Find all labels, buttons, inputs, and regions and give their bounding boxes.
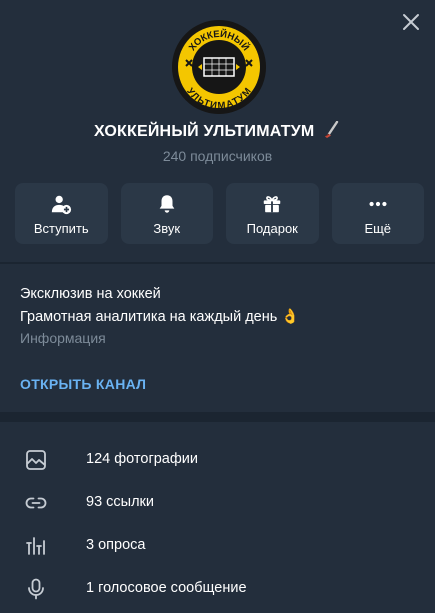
media-row-photos[interactable]: 124 фотографии xyxy=(0,438,435,481)
join-label: Вступить xyxy=(33,221,89,236)
microphone-icon xyxy=(28,578,44,600)
bell-icon xyxy=(159,195,175,213)
join-button[interactable]: Вступить xyxy=(15,183,108,244)
add-user-icon xyxy=(52,195,72,215)
channel-avatar[interactable]: ХОККЕЙНЫЙ УЛЬТИМАТУМ xyxy=(172,20,266,114)
shared-media-section: 124 фотографии 93 ссылки 3 опроса 1 голо… xyxy=(0,422,435,613)
photo-icon xyxy=(26,450,46,470)
action-bar: Вступить Звук Подарок Ещё xyxy=(15,183,424,245)
channel-info-section: Эксклюзив на хоккей Грамотная аналитика … xyxy=(0,264,435,412)
sound-button[interactable]: Звук xyxy=(120,183,213,244)
more-label: Ещё xyxy=(364,221,392,236)
media-row-links[interactable]: 93 ссылки xyxy=(0,481,435,524)
open-channel-button[interactable]: ОТКРЫТЬ КАНАЛ xyxy=(20,376,146,392)
gift-label: Подарок xyxy=(246,221,298,236)
close-button[interactable] xyxy=(399,10,423,34)
photos-count: 124 фотографии xyxy=(86,451,198,467)
channel-title-text: ХОККЕЙНЫЙ УЛЬТИМАТУМ xyxy=(93,123,315,140)
description-line-1: Эксклюзив на хоккей xyxy=(20,286,161,302)
hockey-stick-icon xyxy=(325,121,339,138)
links-count: 93 ссылки xyxy=(86,494,154,510)
subscriber-count: 240 подписчиков xyxy=(162,148,273,164)
media-row-polls[interactable]: 3 опроса xyxy=(0,524,435,567)
poll-icon xyxy=(26,537,45,555)
channel-title: ХОККЕЙНЫЙ УЛЬТИМАТУМ xyxy=(0,121,435,141)
sound-label: Звук xyxy=(153,221,181,236)
channel-description: Эксклюзив на хоккей Грамотная аналитика … xyxy=(20,283,299,329)
hockey-logo: ХОККЕЙНЫЙ УЛЬТИМАТУМ xyxy=(172,20,266,114)
gift-icon xyxy=(264,196,281,213)
channel-header: ХОККЕЙНЫЙ УЛЬТИМАТУМ ХОККЕЙНЫЙ УЛЬТИМАТУ… xyxy=(0,0,435,262)
gift-button[interactable]: Подарок xyxy=(226,183,319,244)
voice-count: 1 голосовое сообщение xyxy=(86,580,247,596)
description-line-2: Грамотная аналитика на каждый день 👌 xyxy=(20,309,300,325)
media-row-voice[interactable]: 1 голосовое сообщение xyxy=(0,567,435,610)
more-button[interactable]: Ещё xyxy=(331,183,424,244)
link-icon xyxy=(25,497,47,509)
description-label: Информация xyxy=(20,330,106,346)
polls-count: 3 опроса xyxy=(86,537,146,553)
more-icon xyxy=(369,201,387,207)
close-icon[interactable] xyxy=(399,10,423,34)
